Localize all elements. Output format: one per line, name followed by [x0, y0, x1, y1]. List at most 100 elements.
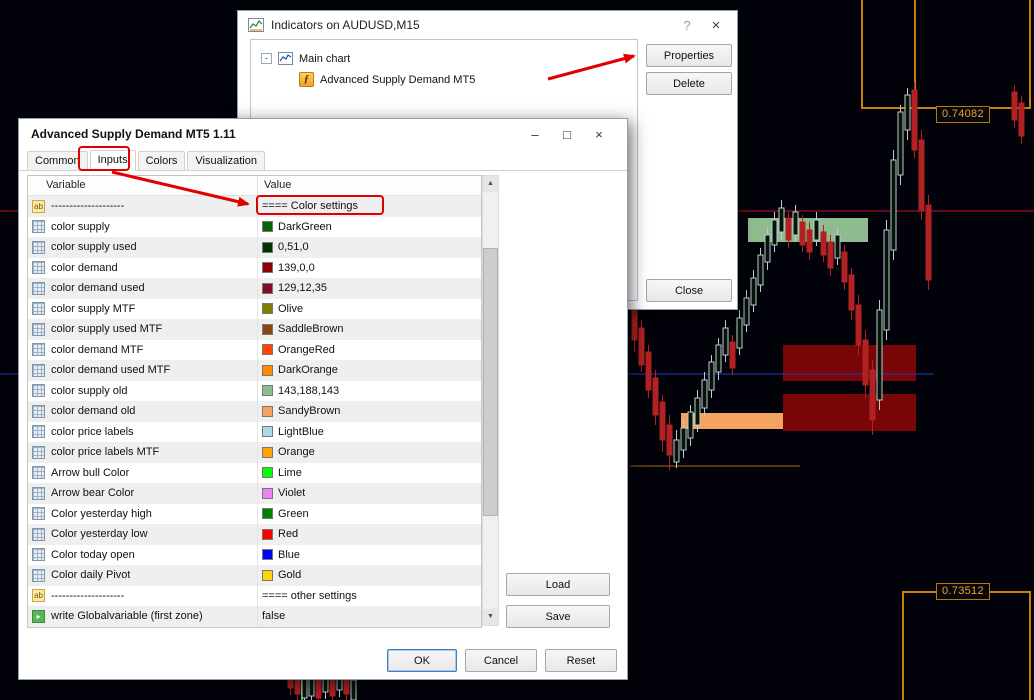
param-type-color-icon	[32, 261, 45, 275]
candle-body	[743, 297, 750, 326]
variable-name: color demand old	[51, 405, 136, 418]
table-row[interactable]: color demand used 129,12,35	[28, 278, 481, 299]
scroll-down-icon[interactable]: ▼	[483, 609, 498, 625]
value-cell[interactable]: DarkOrange	[258, 360, 481, 381]
column-header-variable[interactable]: Variable	[28, 176, 258, 195]
table-row[interactable]: color supply MTF Olive	[28, 298, 481, 320]
color-swatch	[262, 487, 273, 499]
value-cell[interactable]: 0,51,0	[258, 237, 481, 258]
variable-name: color supply MTF	[51, 302, 136, 315]
value-cell[interactable]: Gold	[258, 565, 481, 586]
table-row[interactable]: Arrow bear Color Violet	[28, 483, 481, 504]
table-row[interactable]: color supply used MTF SaddleBrown	[28, 319, 481, 340]
collapse-icon[interactable]: -	[261, 53, 272, 64]
scrollbar-thumb[interactable]	[483, 248, 498, 516]
help-icon[interactable]: ?	[676, 18, 698, 33]
close-icon[interactable]: ×	[583, 127, 615, 142]
table-row[interactable]: ab -------------------- ==== other setting…	[28, 585, 481, 607]
scroll-up-icon[interactable]: ▲	[483, 176, 498, 192]
param-type-color-icon	[32, 527, 45, 541]
table-row[interactable]: Color today open Blue	[28, 544, 481, 566]
param-type-color-icon	[32, 548, 45, 562]
load-button[interactable]: Load	[506, 573, 610, 596]
value-cell[interactable]: Lime	[258, 463, 481, 484]
indicator-fx-icon: ƒ	[299, 72, 314, 87]
table-row[interactable]: color supply old 143,188,143	[28, 380, 481, 402]
candle-body	[673, 439, 680, 463]
color-swatch	[262, 528, 273, 540]
variable-cell: color supply old	[28, 380, 258, 401]
variable-cell: color supply used MTF	[28, 319, 258, 340]
candle-body	[652, 377, 659, 416]
properties-dialog-titlebar[interactable]: Advanced Supply Demand MT5 1.11 – □ ×	[19, 119, 627, 149]
value-text: Violet	[278, 487, 306, 500]
value-cell[interactable]: 129,12,35	[258, 278, 481, 299]
value-cell[interactable]: ==== Color settings	[258, 196, 481, 217]
variable-cell: color price labels	[28, 421, 258, 442]
reset-button[interactable]: Reset	[545, 649, 617, 672]
tree-item-main-chart[interactable]: - Main chart	[251, 48, 637, 69]
properties-button[interactable]: Properties	[646, 44, 732, 67]
table-row[interactable]: ab -------------------- ==== Color setting…	[28, 196, 481, 217]
value-cell[interactable]: ==== other settings	[258, 586, 481, 607]
variable-cell: color demand used MTF	[28, 360, 258, 381]
param-type-color-icon	[32, 445, 45, 459]
value-cell[interactable]: SaddleBrown	[258, 319, 481, 340]
table-row[interactable]: ▸ write Globalvariable (first zone) false	[28, 606, 481, 627]
minimize-icon[interactable]: –	[519, 127, 551, 142]
value-text: Red	[278, 528, 299, 541]
variable-name: --------------------	[51, 589, 125, 602]
value-cell[interactable]: Orange	[258, 442, 481, 463]
value-cell[interactable]: Violet	[258, 483, 481, 504]
tab-strip: Common Inputs Colors Visualization	[19, 149, 627, 171]
candle-body	[757, 254, 764, 286]
table-row[interactable]: Color yesterday high Green	[28, 503, 481, 525]
value-cell[interactable]: Red	[258, 524, 481, 545]
table-row[interactable]: Arrow bull Color Lime	[28, 462, 481, 484]
value-cell[interactable]: false	[258, 606, 481, 627]
value-cell[interactable]: DarkGreen	[258, 217, 481, 238]
close-icon[interactable]: ×	[705, 17, 727, 34]
table-row[interactable]: color price labels LightBlue	[28, 421, 481, 443]
tab-inputs[interactable]: Inputs	[89, 150, 136, 171]
value-cell[interactable]: Olive	[258, 299, 481, 320]
value-cell[interactable]: 143,188,143	[258, 381, 481, 402]
value-cell[interactable]: 139,0,0	[258, 258, 481, 279]
table-row[interactable]: color supply used 0,51,0	[28, 237, 481, 258]
candle-body	[687, 411, 694, 439]
value-cell[interactable]: OrangeRed	[258, 340, 481, 361]
save-button[interactable]: Save	[506, 605, 610, 628]
color-swatch	[262, 549, 273, 561]
color-swatch	[262, 241, 273, 253]
indicators-dialog-titlebar[interactable]: Indicators on AUDUSD,M15 ? ×	[238, 11, 737, 39]
table-header: Variable Value	[28, 176, 481, 196]
delete-button[interactable]: Delete	[646, 72, 732, 95]
value-cell[interactable]: LightBlue	[258, 422, 481, 443]
maximize-icon[interactable]: □	[551, 127, 583, 142]
tab-visualization[interactable]: Visualization	[187, 151, 265, 170]
table-row[interactable]: color demand old SandyBrown	[28, 401, 481, 422]
tab-common[interactable]: Common	[27, 151, 88, 170]
indicators-dialog-icon	[248, 18, 264, 32]
column-header-value[interactable]: Value	[258, 176, 481, 195]
table-row[interactable]: Color yesterday low Red	[28, 524, 481, 545]
table-row[interactable]: color price labels MTF Orange	[28, 442, 481, 463]
tab-colors[interactable]: Colors	[137, 151, 186, 170]
table-row[interactable]: Color daily Pivot Gold	[28, 565, 481, 586]
value-cell[interactable]: SandyBrown	[258, 401, 481, 422]
value-text: LightBlue	[278, 425, 324, 438]
table-row[interactable]: color demand used MTF DarkOrange	[28, 360, 481, 381]
table-row[interactable]: color demand 139,0,0	[28, 257, 481, 279]
tree-item-indicator[interactable]: ƒ Advanced Supply Demand MT5	[251, 69, 637, 90]
value-cell[interactable]: Green	[258, 504, 481, 525]
table-row[interactable]: color demand MTF OrangeRed	[28, 339, 481, 361]
table-row[interactable]: color supply DarkGreen	[28, 216, 481, 238]
candle-body	[729, 341, 736, 369]
variable-cell: color demand	[28, 257, 258, 278]
close-button[interactable]: Close	[646, 279, 732, 302]
cancel-button[interactable]: Cancel	[465, 649, 537, 672]
variable-name: color demand	[51, 261, 118, 274]
ok-button[interactable]: OK	[387, 649, 457, 672]
table-scrollbar[interactable]: ▲ ▼	[482, 175, 499, 626]
value-cell[interactable]: Blue	[258, 545, 481, 566]
